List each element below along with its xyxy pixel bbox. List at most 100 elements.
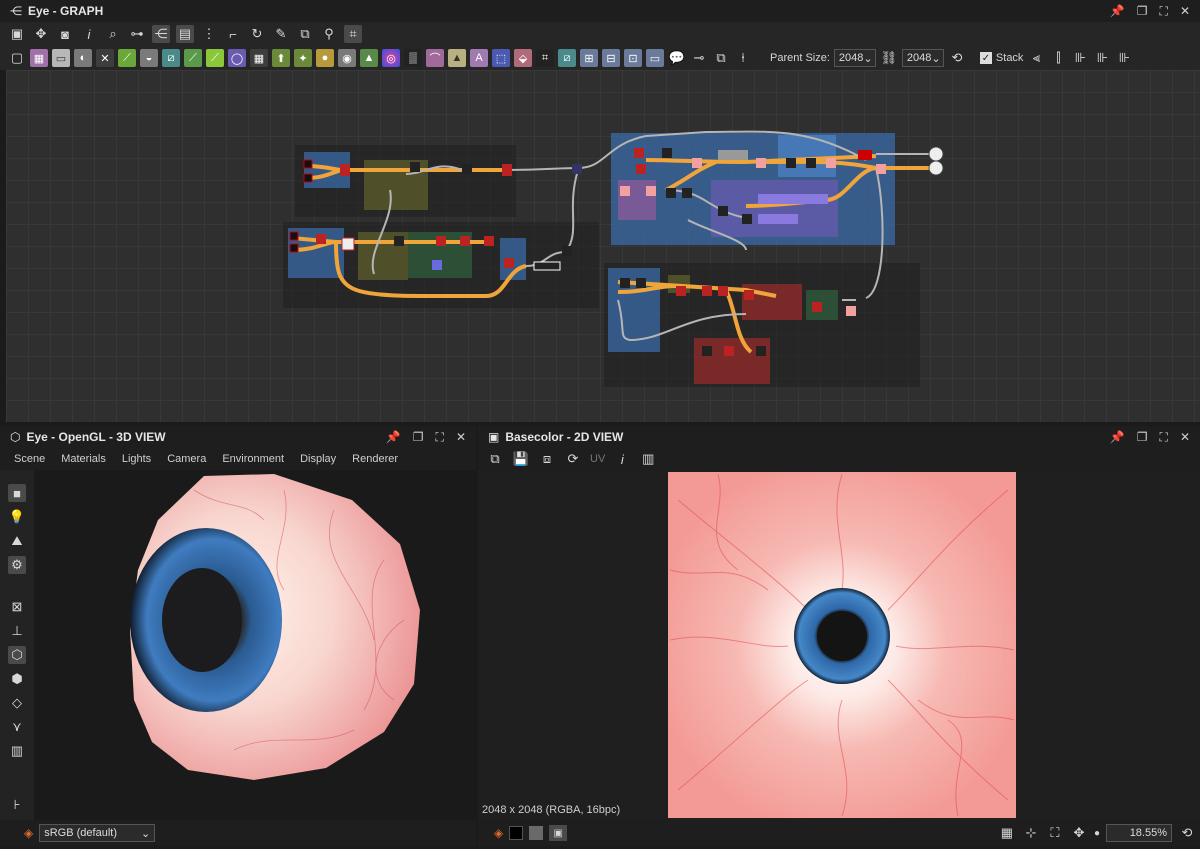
close-icon[interactable]: ✕: [1180, 430, 1190, 444]
frame-purple[interactable]: [711, 180, 838, 237]
frame-node-icon[interactable]: ⧉: [712, 49, 730, 67]
close-icon[interactable]: ✕: [1180, 4, 1190, 18]
hierarchy-icon[interactable]: ⋲: [152, 25, 170, 43]
info-icon[interactable]: i: [80, 25, 98, 43]
histogram-icon[interactable]: ▥: [639, 450, 657, 468]
zoom-reset-icon[interactable]: ⟲: [1178, 824, 1196, 842]
info-icon[interactable]: i: [613, 450, 631, 468]
noise-node-icon[interactable]: ▒: [404, 49, 422, 67]
zoom-field[interactable]: 18.55%: [1106, 824, 1172, 842]
environment-icon[interactable]: ⛰: [8, 532, 26, 550]
menu-display[interactable]: Display: [292, 453, 344, 465]
node-graph[interactable]: [6, 70, 1200, 422]
distance-node-icon[interactable]: ⧄: [558, 49, 576, 67]
pin-node-icon[interactable]: ⊸: [690, 49, 708, 67]
text-node-icon[interactable]: A: [470, 49, 488, 67]
fill-node-icon[interactable]: ⬙: [514, 49, 532, 67]
grid-node-icon[interactable]: ▦: [250, 49, 268, 67]
view2d-viewport[interactable]: 2048 x 2048 (RGBA, 16bpc): [478, 470, 1200, 820]
pixel-processor-icon[interactable]: ⊡: [624, 49, 642, 67]
hsl-node-icon[interactable]: ◎: [382, 49, 400, 67]
value-processor-icon[interactable]: ▭: [646, 49, 664, 67]
camera-icon[interactable]: ■: [8, 484, 26, 502]
refresh-view-icon[interactable]: ⟳: [564, 450, 582, 468]
refresh-icon[interactable]: ↻: [248, 25, 266, 43]
levels-node-icon[interactable]: ◒: [140, 49, 158, 67]
stack-toggle[interactable]: ✓ Stack: [979, 52, 1023, 64]
switch-node-icon[interactable]: ●: [316, 49, 334, 67]
layers-icon[interactable]: ◈: [494, 826, 503, 840]
export-icon[interactable]: ⧉: [296, 25, 314, 43]
restore-icon[interactable]: ❐: [413, 430, 424, 444]
settings-icon[interactable]: ⚙: [8, 556, 26, 574]
blur-node-icon[interactable]: ◉: [338, 49, 356, 67]
bitmap-node-icon[interactable]: ▦: [30, 49, 48, 67]
mesh-icon[interactable]: ⬢: [8, 670, 26, 688]
black-swatch-icon[interactable]: [509, 826, 524, 840]
maximize-icon[interactable]: ⛶: [436, 430, 444, 445]
pixel-node-icon[interactable]: ✦: [294, 49, 312, 67]
warp-node-icon[interactable]: ⧄: [162, 49, 180, 67]
align-center-icon[interactable]: ⫿: [1049, 49, 1067, 67]
close-icon[interactable]: ✕: [456, 430, 466, 444]
output-node-icon[interactable]: ⊟: [602, 49, 620, 67]
fx-node-icon[interactable]: ⬆: [272, 49, 290, 67]
triangle-node-icon[interactable]: ▲: [448, 49, 466, 67]
layout-icon[interactable]: ▤: [176, 25, 194, 43]
maximize-icon[interactable]: ⛶: [1160, 430, 1168, 445]
connector-icon[interactable]: ⌐: [224, 25, 242, 43]
light-bulb-icon[interactable]: 💡: [8, 508, 26, 526]
gradient-node-icon[interactable]: ⟋: [184, 49, 202, 67]
output-size-select[interactable]: 2048 ⌄: [901, 49, 944, 67]
align-icon[interactable]: ⋮: [200, 25, 218, 43]
restore-icon[interactable]: ❐: [1137, 4, 1148, 18]
parent-size-select[interactable]: 2048 ⌄: [833, 49, 876, 67]
shuffle-node-icon[interactable]: ✕: [96, 49, 114, 67]
link-nodes-icon[interactable]: ⊶: [128, 25, 146, 43]
dot-node-icon[interactable]: ⍿: [734, 49, 752, 67]
emboss-node-icon[interactable]: ⌒: [426, 49, 444, 67]
cube-icon[interactable]: ⬡: [8, 646, 26, 664]
normal-node-icon[interactable]: ⟋: [206, 49, 224, 67]
menu-renderer[interactable]: Renderer: [344, 453, 406, 465]
pin-icon[interactable]: 📌: [1110, 430, 1125, 444]
colorspace-select[interactable]: sRGB (default) ⌄: [39, 824, 156, 842]
plane-icon[interactable]: ◇: [8, 694, 26, 712]
frame-red-b[interactable]: [694, 338, 770, 384]
layers-icon[interactable]: ◈: [24, 826, 33, 840]
menu-lights[interactable]: Lights: [114, 453, 159, 465]
fit-view-icon[interactable]: ⛶: [1046, 824, 1064, 842]
view3d-viewport[interactable]: [34, 470, 476, 820]
frame-view-icon[interactable]: ▣: [8, 25, 26, 43]
wireframe-icon[interactable]: ⊠: [8, 598, 26, 616]
reset-icon[interactable]: ⟲: [948, 49, 966, 67]
svg-node-icon[interactable]: ▭: [52, 49, 70, 67]
uv-toggle[interactable]: UV: [590, 453, 605, 465]
input-node-icon[interactable]: ⊞: [580, 49, 598, 67]
comment-icon[interactable]: 💬: [668, 49, 686, 67]
frame-blue-small-e[interactable]: [778, 135, 836, 177]
hierarchy-icon[interactable]: ⊦: [8, 796, 26, 814]
link-icon[interactable]: ⛓: [880, 49, 898, 67]
menu-scene[interactable]: Scene: [6, 453, 53, 465]
blend-node-icon[interactable]: ◐: [74, 49, 92, 67]
grid-icon[interactable]: ▦: [998, 824, 1016, 842]
frame-icon[interactable]: ▢: [8, 49, 26, 67]
gray-swatch-icon[interactable]: [529, 826, 544, 840]
duplicate-icon[interactable]: ⧈: [538, 450, 556, 468]
search-icon[interactable]: ⌕: [104, 25, 122, 43]
clean-icon[interactable]: ⚲: [320, 25, 338, 43]
tools-icon[interactable]: ✎: [272, 25, 290, 43]
distribute-h-icon[interactable]: ⊪: [1071, 49, 1089, 67]
copy-image-icon[interactable]: ⧉: [486, 450, 504, 468]
tangent-icon[interactable]: ⋎: [8, 718, 26, 736]
pan-icon[interactable]: ✥: [1070, 824, 1088, 842]
restore-icon[interactable]: ❐: [1137, 430, 1148, 444]
camera-icon[interactable]: ◙: [56, 25, 74, 43]
pin-icon[interactable]: 📌: [386, 430, 401, 444]
eyeball-render[interactable]: [34, 470, 476, 820]
fxmap-node-icon[interactable]: ⌗: [536, 49, 554, 67]
basecolor-texture[interactable]: [478, 470, 1200, 820]
axis-icon[interactable]: ⊥: [8, 622, 26, 640]
pan-icon[interactable]: ✥: [32, 25, 50, 43]
